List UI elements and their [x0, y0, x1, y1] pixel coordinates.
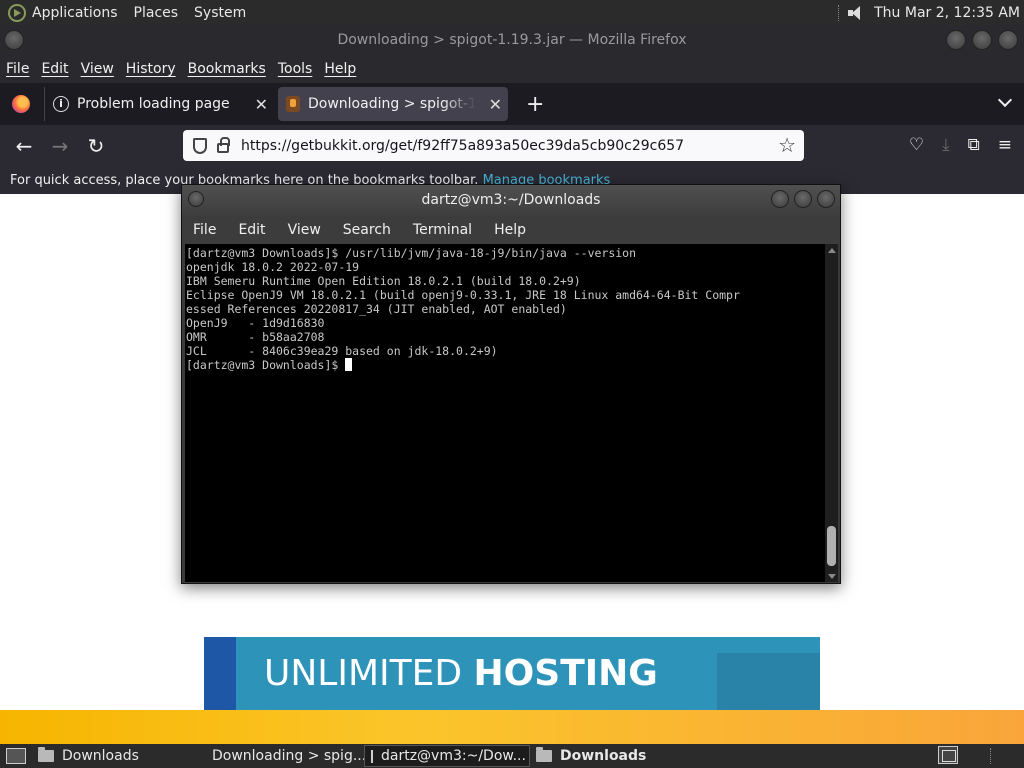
tab-problem-loading[interactable]: i Problem loading page ✕: [44, 87, 274, 121]
term-menu-file[interactable]: File: [193, 222, 216, 238]
terminal-scrollbar[interactable]: [825, 244, 838, 582]
folder-icon: [536, 747, 552, 762]
task-label: Downloads: [62, 748, 139, 764]
terminal-icon: [371, 749, 373, 763]
menu-history[interactable]: History: [126, 61, 176, 77]
menu-tools[interactable]: Tools: [278, 61, 313, 77]
task-label: Downloads: [560, 748, 647, 764]
hosting-ad-banner[interactable]: UNLIMITED HOSTING: [204, 637, 820, 710]
maximize-icon[interactable]: [794, 190, 812, 208]
applications-menu[interactable]: Applications: [32, 5, 118, 21]
back-button[interactable]: ←: [6, 134, 42, 158]
new-tab-button[interactable]: +: [526, 92, 544, 117]
banner-stripe: [204, 637, 236, 710]
terminal-prompt: [dartz@vm3 Downloads]$: [186, 358, 346, 372]
list-all-tabs-icon[interactable]: [997, 92, 1013, 108]
window-menu-icon[interactable]: [4, 30, 24, 50]
places-menu[interactable]: Places: [134, 5, 179, 21]
top-panel: Applications Places System Thu Mar 2, 12…: [0, 0, 1024, 25]
taskbar-item-terminal[interactable]: dartz@vm3:~/Dow...: [364, 745, 530, 767]
terminal-line: [dartz@vm3 Downloads]$ /usr/lib/jvm/java…: [186, 246, 637, 260]
terminal-window-menu-icon[interactable]: [188, 191, 204, 207]
tracking-protection-icon[interactable]: [193, 137, 207, 154]
panel-separator: [990, 748, 991, 764]
tab-downloading[interactable]: Downloading > spigot-1.19.3.jar ✕: [278, 87, 508, 121]
pocket-icon[interactable]: ♡: [909, 135, 924, 155]
term-menu-edit[interactable]: Edit: [238, 222, 265, 238]
scrollbar-thumb[interactable]: [827, 526, 836, 566]
terminal-cursor: [345, 358, 353, 371]
term-menu-terminal[interactable]: Terminal: [413, 222, 472, 238]
firefox-window-title: Downloading > spigot-1.19.3.jar — Mozill…: [337, 32, 687, 48]
lock-icon[interactable]: [217, 136, 230, 153]
minimize-icon[interactable]: [771, 190, 789, 208]
distro-logo-icon[interactable]: [8, 3, 26, 22]
tab-bar: i Problem loading page ✕ Downloading > s…: [0, 83, 1024, 125]
term-menu-search[interactable]: Search: [343, 222, 391, 238]
info-icon: i: [53, 96, 69, 112]
volume-icon[interactable]: [848, 5, 866, 20]
terminal-line: OpenJ9 - 1d9d16830: [186, 316, 325, 330]
banner-word-hosting: HOSTING: [473, 653, 658, 694]
show-desktop-icon[interactable]: [6, 748, 26, 764]
download-icon[interactable]: ⤓: [942, 135, 950, 155]
tab-label: Downloading > spigot-1.19.3.jar: [308, 96, 476, 112]
firefox-view-icon[interactable]: [12, 95, 30, 113]
url-bar[interactable]: https://getbukkit.org/get/f92ff75a893a50…: [183, 130, 804, 161]
forward-button[interactable]: →: [42, 134, 78, 158]
folder-icon: [38, 747, 54, 762]
terminal-line: Eclipse OpenJ9 VM 18.0.2.1 (build openj9…: [186, 288, 740, 302]
terminal-line: OMR - b58aa2708: [186, 330, 325, 344]
bottom-taskbar: Downloads Downloading > spig... dartz@vm…: [0, 744, 1024, 768]
terminal-window[interactable]: dartz@vm3:~/Downloads File Edit View Sea…: [181, 184, 841, 584]
system-menu[interactable]: System: [194, 5, 246, 21]
panel-separator: [838, 4, 840, 21]
scroll-down-icon[interactable]: [828, 574, 836, 579]
menu-view[interactable]: View: [81, 61, 114, 77]
banner-word-unlimited: UNLIMITED: [264, 653, 463, 694]
terminal-line: openjdk 18.0.2 2022-07-19: [186, 260, 360, 274]
close-window-icon[interactable]: [817, 190, 835, 208]
terminal-titlebar[interactable]: dartz@vm3:~/Downloads: [182, 185, 840, 216]
firefox-menubar: File Edit View History Bookmarks Tools H…: [0, 55, 1024, 83]
terminal-menubar: File Edit View Search Terminal Help: [182, 216, 840, 244]
taskbar-item-firefox[interactable]: Downloading > spig...: [198, 745, 364, 767]
bukkit-favicon-icon: [286, 96, 300, 112]
terminal-line: essed References 20220817_34 (JIT enable…: [186, 302, 567, 316]
close-tab-icon[interactable]: ✕: [255, 95, 268, 114]
terminal-line: JCL - 8406c39ea29 based on jdk-18.0.2+9): [186, 344, 498, 358]
taskbar-item-downloads[interactable]: Downloads: [32, 745, 198, 767]
url-text[interactable]: https://getbukkit.org/get/f92ff75a893a50…: [241, 138, 684, 154]
terminal-prompt-line[interactable]: [dartz@vm3 Downloads]$: [186, 358, 825, 372]
tab-label: Problem loading page: [77, 96, 230, 112]
terminal-title: dartz@vm3:~/Downloads: [421, 192, 601, 208]
reload-button[interactable]: ↻: [78, 134, 114, 158]
task-label: dartz@vm3:~/Dow...: [381, 748, 526, 764]
term-menu-help[interactable]: Help: [494, 222, 526, 238]
banner-text: UNLIMITED HOSTING: [264, 653, 658, 694]
taskbar-item-downloads-folder[interactable]: Downloads: [530, 745, 696, 767]
term-menu-view[interactable]: View: [288, 222, 321, 238]
menu-file[interactable]: File: [6, 61, 29, 77]
bookmark-star-icon[interactable]: ☆: [778, 133, 796, 157]
close-window-icon[interactable]: [998, 30, 1018, 50]
menu-bookmarks[interactable]: Bookmarks: [188, 61, 266, 77]
menu-edit[interactable]: Edit: [41, 61, 68, 77]
workspace-switcher-icon[interactable]: [938, 746, 958, 764]
page-footer-strip: [0, 710, 1024, 744]
task-label: Downloading > spig...: [212, 748, 364, 764]
clock[interactable]: Thu Mar 2, 12:35 AM: [874, 5, 1020, 21]
menu-help[interactable]: Help: [324, 61, 356, 77]
banner-block: [717, 653, 820, 710]
minimize-icon[interactable]: [946, 30, 966, 50]
close-tab-icon[interactable]: ✕: [489, 95, 502, 114]
terminal-line: IBM Semeru Runtime Open Edition 18.0.2.1…: [186, 274, 581, 288]
extensions-icon[interactable]: ⧉: [968, 135, 980, 155]
terminal-output[interactable]: [dartz@vm3 Downloads]$ /usr/lib/jvm/java…: [185, 244, 825, 582]
maximize-icon[interactable]: [972, 30, 992, 50]
navigation-toolbar: ← → ↻ https://getbukkit.org/get/f92ff75a…: [0, 125, 1024, 167]
firefox-titlebar: Downloading > spigot-1.19.3.jar — Mozill…: [0, 25, 1024, 55]
menu-icon[interactable]: ≡: [998, 135, 1012, 155]
scroll-up-icon[interactable]: [828, 248, 836, 253]
